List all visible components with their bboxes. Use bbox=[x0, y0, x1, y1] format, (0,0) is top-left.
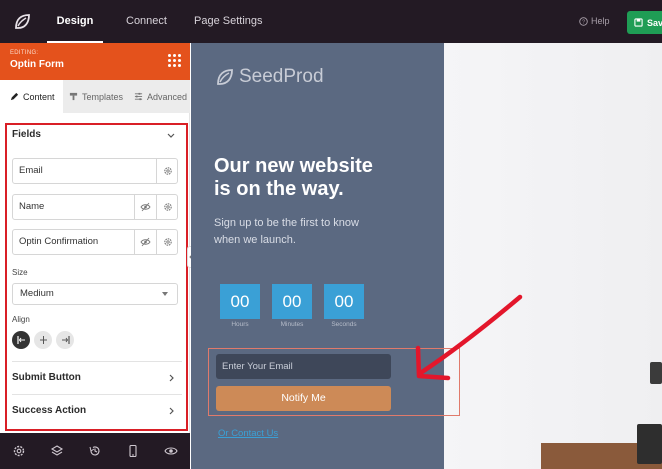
sliders-icon bbox=[134, 92, 143, 101]
email-input[interactable]: Enter Your Email bbox=[216, 354, 391, 379]
help-link[interactable]: ? Help bbox=[579, 0, 610, 43]
lamp-image bbox=[650, 362, 662, 384]
eye-off-icon[interactable] bbox=[134, 230, 156, 254]
tab-page-settings[interactable]: Page Settings bbox=[194, 0, 263, 43]
chevron-right-icon[interactable] bbox=[166, 406, 176, 416]
divider bbox=[12, 361, 182, 362]
seedprod-leaf-icon[interactable] bbox=[0, 0, 43, 43]
subheadline-line-2: when we launch. bbox=[214, 234, 296, 246]
field-optin-label: Optin Confirmation bbox=[19, 236, 99, 247]
tab-advanced[interactable]: Advanced bbox=[134, 80, 187, 113]
field-email[interactable]: Email bbox=[12, 158, 178, 184]
svg-text:?: ? bbox=[582, 20, 585, 26]
size-label: Size bbox=[12, 268, 28, 277]
contact-link[interactable]: Or Contact Us bbox=[218, 428, 278, 439]
save-icon bbox=[634, 18, 643, 27]
tab-content[interactable]: Content bbox=[0, 80, 63, 113]
eye-off-icon[interactable] bbox=[134, 195, 156, 219]
chevron-down-icon bbox=[162, 292, 168, 296]
sidebar: EDITING: Optin Form Content Templates Ad… bbox=[0, 43, 190, 469]
pencil-icon bbox=[10, 92, 19, 101]
field-email-label: Email bbox=[19, 165, 43, 176]
headline-line-2: is on the way. bbox=[214, 178, 344, 200]
tab-design[interactable]: Design bbox=[47, 0, 103, 43]
headline-line-1: Our new website bbox=[214, 155, 373, 177]
field-optin-confirmation[interactable]: Optin Confirmation bbox=[12, 229, 178, 255]
help-label: Help bbox=[591, 16, 610, 26]
countdown-hours-label: Hours bbox=[231, 321, 249, 328]
eye-icon[interactable] bbox=[164, 444, 178, 458]
align-right-icon[interactable] bbox=[56, 331, 74, 349]
subheadline: Sign up to be the first to know when we … bbox=[214, 215, 419, 249]
field-name-label: Name bbox=[19, 201, 45, 212]
divider bbox=[12, 394, 182, 395]
settings-icon[interactable] bbox=[12, 444, 26, 458]
save-label: Save bbox=[647, 17, 662, 28]
seedprod-leaf-icon bbox=[217, 69, 233, 85]
tab-advanced-label: Advanced bbox=[147, 91, 188, 102]
grid-dots-icon[interactable] bbox=[168, 54, 181, 67]
background-photo bbox=[444, 43, 662, 469]
tab-templates[interactable]: Templates bbox=[69, 80, 123, 113]
device-image bbox=[637, 424, 662, 464]
tab-templates-label: Templates bbox=[82, 91, 124, 102]
history-icon[interactable] bbox=[88, 444, 102, 458]
brand-logo: SeedProd bbox=[215, 66, 324, 88]
layers-icon[interactable] bbox=[50, 444, 64, 458]
notify-me-button[interactable]: Notify Me bbox=[216, 386, 391, 411]
tab-content-label: Content bbox=[23, 91, 55, 102]
editing-label: EDITING: bbox=[10, 50, 39, 56]
size-value: Medium bbox=[20, 288, 54, 299]
section-submit-button[interactable]: Submit Button bbox=[12, 372, 81, 383]
top-bar: Design Connect Page Settings ? Help Save bbox=[0, 0, 662, 43]
subheadline-line-1: Sign up to be the first to know bbox=[214, 217, 359, 229]
sidebar-tabs: Content Templates Advanced bbox=[0, 80, 190, 113]
mobile-icon[interactable] bbox=[126, 444, 140, 458]
align-label: Align bbox=[12, 315, 30, 324]
countdown-minutes-label: Minutes bbox=[280, 321, 304, 328]
tab-connect[interactable]: Connect bbox=[126, 0, 167, 43]
templates-icon bbox=[69, 92, 78, 101]
align-center-icon[interactable] bbox=[34, 331, 52, 349]
countdown-seconds-label: Seconds bbox=[331, 321, 357, 328]
headline: Our new website is on the way. bbox=[214, 155, 434, 201]
gear-icon[interactable] bbox=[156, 195, 178, 219]
countdown-seconds: 00 bbox=[324, 284, 364, 319]
countdown-hours: 00 bbox=[220, 284, 260, 319]
editing-header: EDITING: Optin Form bbox=[0, 43, 190, 80]
align-left-icon[interactable] bbox=[12, 331, 30, 349]
chevron-up-icon[interactable] bbox=[166, 130, 176, 140]
gear-icon[interactable] bbox=[156, 159, 178, 183]
chevron-right-icon[interactable] bbox=[166, 373, 176, 383]
bottom-toolbar bbox=[0, 433, 190, 469]
brand-name: SeedProd bbox=[239, 66, 324, 87]
size-select[interactable]: Medium bbox=[12, 283, 178, 305]
fields-heading[interactable]: Fields bbox=[12, 129, 41, 140]
field-name[interactable]: Name bbox=[12, 194, 178, 220]
countdown-minutes: 00 bbox=[272, 284, 312, 319]
block-title: Optin Form bbox=[10, 59, 64, 70]
help-circle-icon: ? bbox=[579, 17, 588, 26]
gear-icon[interactable] bbox=[156, 230, 178, 254]
section-success-action[interactable]: Success Action bbox=[12, 405, 86, 416]
save-button[interactable]: Save bbox=[627, 11, 662, 34]
